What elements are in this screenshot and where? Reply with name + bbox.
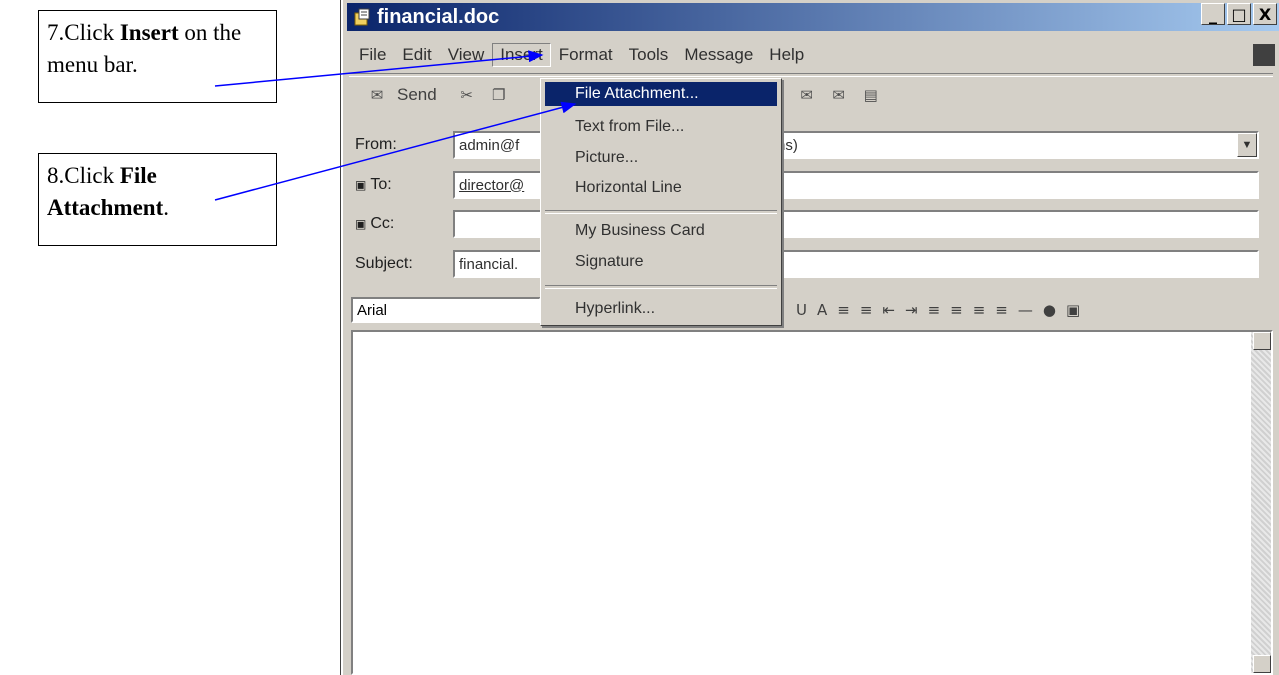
- send-button[interactable]: ✉ Send: [361, 85, 437, 105]
- insert-menu: File Attachment... Text from File... Pic…: [540, 78, 782, 326]
- callout-step-7-bold: Insert: [119, 20, 179, 45]
- copy-icon[interactable]: ❐: [489, 87, 509, 103]
- message-body[interactable]: [351, 330, 1273, 675]
- callout-step-7: 7.Click Insert on the menu bar.: [38, 10, 277, 103]
- font-color-icon[interactable]: A: [817, 301, 827, 319]
- from-value: admin@f: [459, 136, 520, 154]
- subject-value: financial.: [459, 255, 519, 273]
- font-select[interactable]: Arial: [351, 297, 541, 323]
- bullet-list-icon[interactable]: ≡: [860, 301, 873, 319]
- callout-step-8-suffix: .: [163, 195, 169, 220]
- font-value: Arial: [357, 301, 388, 319]
- windows-flag-icon: [1253, 44, 1275, 66]
- menu-item-business-card[interactable]: My Business Card: [545, 219, 777, 243]
- menu-tools[interactable]: Tools: [621, 43, 677, 67]
- maximize-button[interactable]: □: [1227, 3, 1251, 25]
- callout-step-8: 8.Click File Attachment.: [38, 153, 277, 246]
- menu-edit[interactable]: Edit: [394, 43, 439, 67]
- horizontal-line-icon[interactable]: —: [1018, 301, 1033, 319]
- to-label-group[interactable]: ▣ To:: [355, 176, 453, 194]
- increase-indent-icon[interactable]: ⇥: [905, 301, 918, 319]
- callout-step-8-prefix: 8.Click: [47, 163, 120, 188]
- menu-file[interactable]: File: [351, 43, 394, 67]
- from-dropdown-icon[interactable]: ▼: [1237, 133, 1257, 157]
- menu-separator: [349, 73, 1273, 77]
- menu-item-horizontal-line[interactable]: Horizontal Line: [545, 176, 777, 200]
- to-label: To:: [370, 176, 392, 193]
- document-icon: [353, 8, 371, 26]
- cc-label-group[interactable]: ▣ Cc:: [355, 215, 453, 233]
- menu-bar: File Edit View Insert Format Tools Messa…: [351, 40, 1279, 70]
- vertical-scrollbar[interactable]: [1251, 332, 1271, 673]
- menu-separator: [545, 210, 777, 214]
- to-value: director@: [459, 176, 525, 194]
- menu-insert[interactable]: Insert: [492, 43, 551, 67]
- title-bar[interactable]: financial.doc: [347, 3, 1279, 31]
- menu-item-file-attachment[interactable]: File Attachment...: [545, 82, 777, 106]
- scroll-up-button[interactable]: [1253, 332, 1271, 350]
- compose-window: financial.doc _ □ X File Edit View Inser…: [340, 0, 1279, 675]
- link-icon[interactable]: ●: [1043, 301, 1056, 319]
- offline-icon[interactable]: ▤: [861, 87, 881, 103]
- image-icon[interactable]: ▣: [1066, 301, 1080, 319]
- menu-item-text-from-file[interactable]: Text from File...: [545, 115, 777, 139]
- menu-message[interactable]: Message: [676, 43, 761, 67]
- address-book-icon: ▣: [355, 178, 367, 192]
- formatting-bar: Arial U A ≡ ≡ ⇤ ⇥ ≡ ≡ ≡ ≡ — ● ▣: [351, 295, 1275, 325]
- to-row: ▣ To: director@: [355, 170, 1259, 200]
- window-title: financial.doc: [377, 5, 500, 28]
- close-button[interactable]: X: [1253, 3, 1277, 25]
- cut-icon[interactable]: ✂: [457, 87, 477, 103]
- subject-label: Subject:: [355, 255, 413, 272]
- menu-separator: [545, 285, 777, 289]
- scroll-down-button[interactable]: [1253, 655, 1271, 673]
- send-icon: ✉: [370, 86, 384, 104]
- decrease-indent-icon[interactable]: ⇤: [882, 301, 895, 319]
- menu-view[interactable]: View: [440, 43, 493, 67]
- underline-icon[interactable]: U: [796, 301, 807, 319]
- from-row: From: admin@f ns) ▼: [355, 130, 1259, 160]
- cc-label: Cc:: [370, 215, 395, 232]
- subject-row: Subject: financial.: [355, 249, 1259, 279]
- formatting-icons: U A ≡ ≡ ⇤ ⇥ ≡ ≡ ≡ ≡ — ● ▣: [796, 301, 1080, 319]
- menu-format[interactable]: Format: [551, 43, 621, 67]
- menu-item-picture[interactable]: Picture...: [545, 146, 777, 170]
- align-center-icon[interactable]: ≡: [950, 301, 963, 319]
- encrypt-icon[interactable]: ✉: [829, 87, 849, 103]
- callout-step-7-prefix: 7.Click: [47, 20, 120, 45]
- menu-item-hyperlink[interactable]: Hyperlink...: [545, 297, 777, 321]
- menu-item-signature[interactable]: Signature: [545, 250, 777, 274]
- toolbar: ✉ Send ✂ ❐ !▾ ✉ ✉ ▤: [355, 78, 1279, 112]
- minimize-button[interactable]: _: [1201, 3, 1225, 25]
- window-controls: _ □ X: [1201, 3, 1277, 25]
- address-book-icon: ▣: [355, 217, 367, 231]
- from-label: From:: [355, 136, 397, 153]
- menu-help[interactable]: Help: [761, 43, 812, 67]
- cc-row: ▣ Cc:: [355, 209, 1259, 239]
- align-left-icon[interactable]: ≡: [928, 301, 941, 319]
- justify-icon[interactable]: ≡: [995, 301, 1008, 319]
- sign-icon[interactable]: ✉: [797, 87, 817, 103]
- numbered-list-icon[interactable]: ≡: [837, 301, 850, 319]
- send-label: Send: [397, 85, 437, 104]
- align-right-icon[interactable]: ≡: [973, 301, 986, 319]
